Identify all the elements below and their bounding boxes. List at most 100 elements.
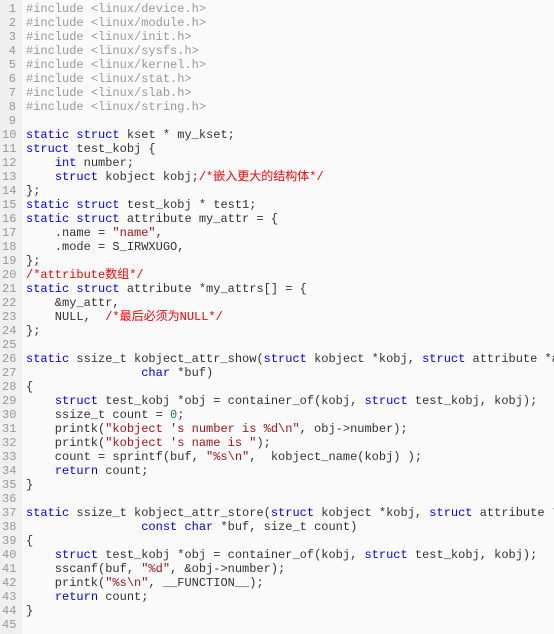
- code-token: [26, 464, 55, 478]
- code-line[interactable]: [26, 492, 554, 506]
- code-token: kset * my_kset;: [120, 128, 235, 142]
- line-number: 45: [2, 618, 16, 632]
- code-line[interactable]: #include <linux/module.h>: [26, 16, 554, 30]
- code-line[interactable]: [26, 338, 554, 352]
- code-token: <linux/sysfs.h>: [91, 44, 199, 58]
- code-token: #include: [26, 44, 91, 58]
- code-line[interactable]: return count;: [26, 464, 554, 478]
- code-line[interactable]: const char *buf, size_t count): [26, 520, 554, 534]
- code-line[interactable]: ssize_t count = 0;: [26, 408, 554, 422]
- code-line[interactable]: .mode = S_IRWXUGO,: [26, 240, 554, 254]
- code-line[interactable]: }: [26, 478, 554, 492]
- code-line[interactable]: };: [26, 324, 554, 338]
- code-line[interactable]: NULL, /*最后必须为NULL*/: [26, 310, 554, 324]
- line-number: 13: [2, 170, 16, 184]
- code-line[interactable]: #include <linux/string.h>: [26, 100, 554, 114]
- code-line[interactable]: {: [26, 534, 554, 548]
- code-token: <linux/init.h>: [91, 30, 192, 44]
- code-line[interactable]: /*attribute数组*/: [26, 268, 554, 282]
- code-token: .mode = S_IRWXUGO,: [26, 240, 184, 254]
- code-token: "%s\n": [206, 450, 249, 464]
- code-token: };: [26, 254, 40, 268]
- code-line[interactable]: int number;: [26, 156, 554, 170]
- code-line[interactable]: #include <linux/stat.h>: [26, 72, 554, 86]
- code-line[interactable]: #include <linux/sysfs.h>: [26, 44, 554, 58]
- code-token: static: [26, 212, 69, 226]
- code-line[interactable]: [26, 618, 554, 632]
- code-token: attribute *my_attrs[] = {: [120, 282, 307, 296]
- code-token: "%d": [141, 562, 170, 576]
- code-line[interactable]: sscanf(buf, "%d", &obj->number);: [26, 562, 554, 576]
- line-number: 4: [2, 44, 16, 58]
- line-number: 16: [2, 212, 16, 226]
- code-token: test_kobj * test1;: [120, 198, 257, 212]
- line-number: 30: [2, 408, 16, 422]
- code-token: };: [26, 184, 40, 198]
- code-line[interactable]: #include <linux/init.h>: [26, 30, 554, 44]
- line-number: 10: [2, 128, 16, 142]
- code-token: );: [256, 436, 270, 450]
- code-token: , __FUNCTION__);: [148, 576, 263, 590]
- code-line[interactable]: printk("kobject 's number is %d\n", obj-…: [26, 422, 554, 436]
- code-line[interactable]: struct kobject kobj;/*嵌入更大的结构体*/: [26, 170, 554, 184]
- line-number: 17: [2, 226, 16, 240]
- code-line[interactable]: &my_attr,: [26, 296, 554, 310]
- code-line[interactable]: static ssize_t kobject_attr_store(struct…: [26, 506, 554, 520]
- code-line[interactable]: [26, 114, 554, 128]
- code-line[interactable]: static struct attribute *my_attrs[] = {: [26, 282, 554, 296]
- code-token: struct: [26, 142, 69, 156]
- code-line[interactable]: printk("%s\n", __FUNCTION__);: [26, 576, 554, 590]
- code-token: struct: [364, 548, 407, 562]
- code-token: struct: [55, 548, 98, 562]
- code-token: <linux/stat.h>: [91, 72, 192, 86]
- code-line[interactable]: struct test_kobj {: [26, 142, 554, 156]
- line-number: 12: [2, 156, 16, 170]
- code-line[interactable]: };: [26, 184, 554, 198]
- code-token: static: [26, 282, 69, 296]
- code-line[interactable]: static struct kset * my_kset;: [26, 128, 554, 142]
- code-token: }: [26, 604, 33, 618]
- code-token: count = sprintf(buf,: [26, 450, 206, 464]
- code-token: "%s\n": [105, 576, 148, 590]
- code-line[interactable]: }: [26, 604, 554, 618]
- code-line[interactable]: count = sprintf(buf, "%s\n", kobject_nam…: [26, 450, 554, 464]
- line-number: 43: [2, 590, 16, 604]
- code-token: [26, 394, 55, 408]
- line-number: 8: [2, 100, 16, 114]
- line-number: 29: [2, 394, 16, 408]
- code-line[interactable]: struct test_kobj *obj = container_of(kob…: [26, 394, 554, 408]
- code-line[interactable]: struct test_kobj *obj = container_of(kob…: [26, 548, 554, 562]
- code-token: static: [26, 352, 69, 366]
- code-line[interactable]: .name = "name",: [26, 226, 554, 240]
- code-token: test_kobj, kobj);: [408, 548, 538, 562]
- code-token: count;: [98, 590, 148, 604]
- code-token: , &obj->number);: [170, 562, 285, 576]
- line-number: 11: [2, 142, 16, 156]
- code-token: ssize_t kobject_attr_store(: [69, 506, 271, 520]
- code-line[interactable]: static ssize_t kobject_attr_show(struct …: [26, 352, 554, 366]
- code-token: [26, 590, 55, 604]
- code-line[interactable]: printk("kobject 's name is ");: [26, 436, 554, 450]
- code-line[interactable]: #include <linux/slab.h>: [26, 86, 554, 100]
- code-token: };: [26, 324, 40, 338]
- code-token: struct: [364, 394, 407, 408]
- code-token: printk(: [26, 436, 105, 450]
- code-line[interactable]: #include <linux/kernel.h>: [26, 58, 554, 72]
- code-token: attribute *attr,: [465, 352, 554, 366]
- code-line[interactable]: };: [26, 254, 554, 268]
- code-token: attribute *attr,: [473, 506, 554, 520]
- code-token: /*attribute数组*/: [26, 268, 144, 282]
- code-line[interactable]: char *buf): [26, 366, 554, 380]
- line-number: 40: [2, 548, 16, 562]
- code-token: #include: [26, 16, 91, 30]
- code-line[interactable]: static struct test_kobj * test1;: [26, 198, 554, 212]
- line-number: 36: [2, 492, 16, 506]
- code-line[interactable]: static struct attribute my_attr = {: [26, 212, 554, 226]
- code-token: ;: [177, 408, 184, 422]
- line-number: 23: [2, 310, 16, 324]
- code-line[interactable]: #include <linux/device.h>: [26, 2, 554, 16]
- code-area[interactable]: #include <linux/device.h>#include <linux…: [22, 0, 554, 634]
- code-token: struct: [76, 212, 119, 226]
- code-line[interactable]: {: [26, 380, 554, 394]
- code-line[interactable]: return count;: [26, 590, 554, 604]
